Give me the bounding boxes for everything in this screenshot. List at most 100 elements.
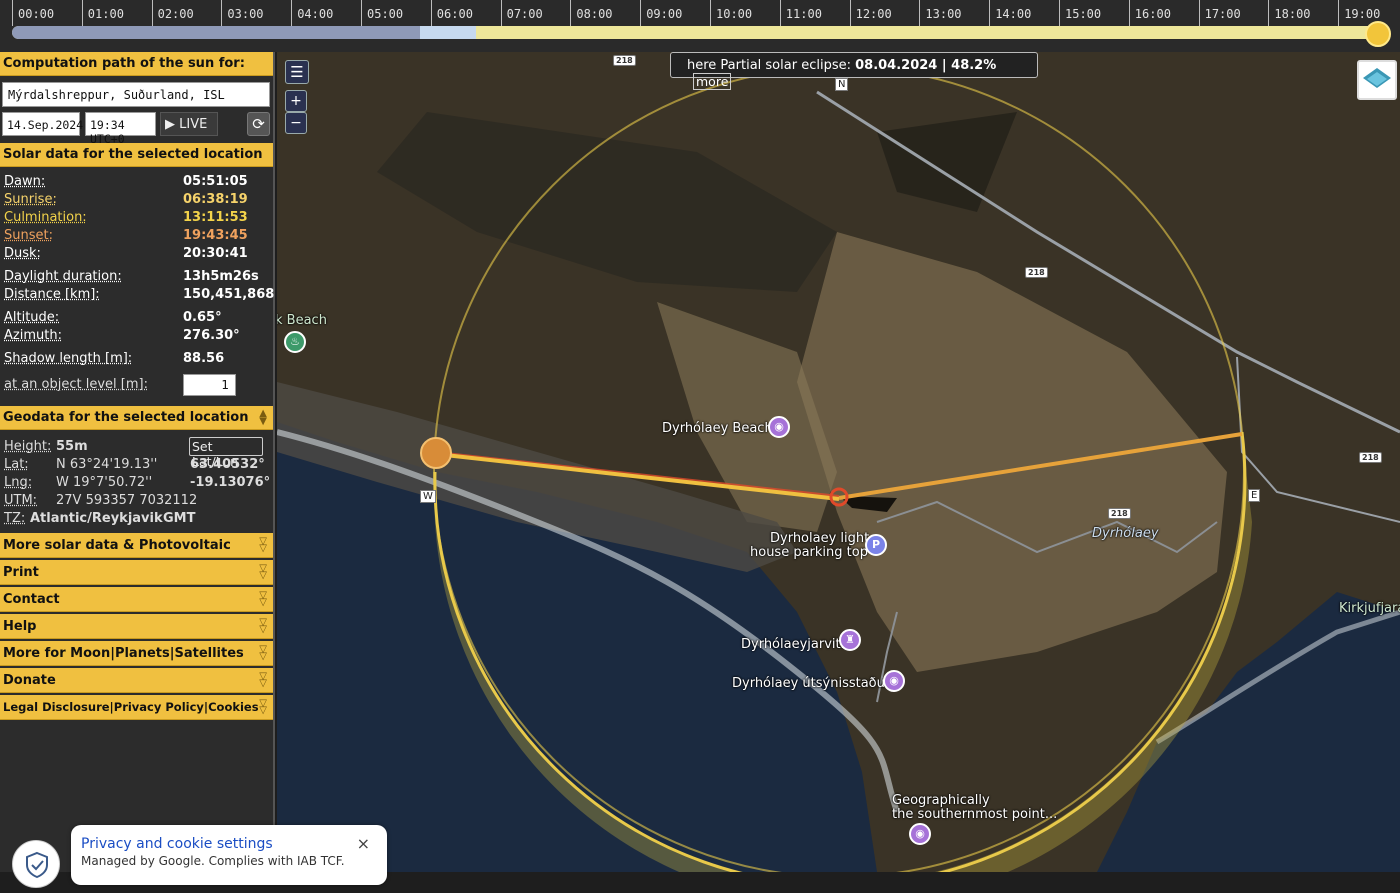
southpoint-pin-icon[interactable]: ◉ [909, 823, 931, 845]
solar-label[interactable]: Shadow length [m]: [4, 351, 132, 366]
accordion-section[interactable]: Help ▽ ▽ [0, 614, 273, 639]
solar-label[interactable]: Altitude: [4, 310, 59, 325]
object-level-label: at an object level [m]: [4, 377, 148, 392]
place-kirkjufjara[interactable]: Kirkjufjara [1339, 602, 1400, 616]
solar-label[interactable]: Sunset: [4, 228, 53, 243]
solar-label[interactable]: Distance [km]: [4, 287, 100, 302]
accordion-label: Print [3, 565, 39, 580]
hour-label: 19:00 [1338, 0, 1400, 26]
hour-label: 09:00 [640, 0, 710, 26]
place-dyrholaey[interactable]: Dyrhólaey [1092, 527, 1159, 541]
place-jarviti[interactable]: Dyrhólaeyjarviti [741, 638, 844, 652]
date-input[interactable]: 14.Sep.2024 [2, 112, 83, 136]
hour-label: 04:00 [291, 0, 361, 26]
time-slider-handle[interactable] [1365, 21, 1391, 47]
place-lighthouse-line1[interactable]: Dyrholaey light [770, 532, 869, 546]
night-segment [12, 26, 420, 39]
expand-icon: ▽ ▽ [259, 644, 267, 662]
sidebar: Computation path of the sun for: Mýrdals… [0, 52, 275, 872]
viewpoint-pin-icon[interactable]: ◉ [883, 670, 905, 692]
hour-label: 01:00 [81, 0, 152, 26]
satellite-map[interactable]: ☰ + − here Partial solar eclipse: 08.04.… [277, 52, 1400, 872]
hour-label: 13:00 [919, 0, 989, 26]
solar-value: 05:51:05 [183, 174, 248, 189]
camera-pin-icon[interactable]: ◉ [768, 416, 790, 438]
map-menu-button[interactable]: ☰ [285, 60, 309, 84]
lighthouse-pin-icon[interactable]: ♜ [839, 629, 861, 651]
accordion-section[interactable]: Contact ▽ ▽ [0, 587, 273, 612]
live-button[interactable]: ▶ LIVE [160, 112, 218, 136]
zoom-in-button[interactable]: + [285, 90, 307, 112]
hour-label: 11:00 [779, 0, 850, 26]
minus-icon: − [290, 115, 302, 131]
utm-value: 27V 593357 7032112 [56, 493, 198, 508]
place-lighthouse-line2[interactable]: house parking top [750, 546, 868, 560]
hour-label: 05:00 [361, 0, 431, 26]
set-latlon-button[interactable]: Set Lat/Lon [189, 437, 263, 469]
accordion-section[interactable]: Donate ▽ ▽ [0, 668, 273, 693]
expand-icon: ▽ ▽ [259, 590, 267, 608]
day-segment [476, 26, 1388, 39]
solar-label[interactable]: Dusk: [4, 246, 41, 261]
menu-icon: ☰ [290, 63, 304, 81]
cookie-title[interactable]: Privacy and cookie settings [81, 836, 377, 852]
place-dyrholaey-beach[interactable]: Dyrhólaey Beach [662, 422, 773, 436]
tz-short: GMT [163, 511, 196, 526]
accordion-section[interactable]: Legal Disclosure|Privacy Policy|Cookies ▽… [0, 695, 273, 720]
expand-icon: ▽ ▽ [259, 536, 267, 554]
object-level-input[interactable]: 1 [183, 374, 236, 396]
time-input[interactable]: 19:34 UTC+0 [85, 112, 156, 146]
time-slider-bar[interactable]: 00:00 01:00 02:00 03:00 04:00 05:00 06:00 07:00… [0, 0, 1400, 52]
solar-label[interactable]: Culmination: [4, 210, 87, 225]
solar-label[interactable]: Daylight duration: [4, 269, 122, 284]
parking-pin-icon[interactable]: P [865, 534, 887, 556]
twilight-segment [420, 26, 476, 39]
road-badge: 218 [1108, 508, 1131, 519]
hour-label: 15:00 [1059, 0, 1129, 26]
expand-icon: ▽ ▽ [259, 671, 267, 689]
road-badge: 218 [613, 55, 636, 66]
place-beach-left[interactable]: k Beach [277, 314, 327, 328]
utm-label: UTM: [4, 493, 38, 508]
lat-dms: N 63°24'19.13'' [56, 457, 158, 472]
place-utsynis[interactable]: Dyrhólaey útsýnisstaður [732, 677, 890, 691]
hour-label: 08:00 [570, 0, 640, 26]
accordion-label: Legal Disclosure|Privacy Policy|Cookies [3, 700, 259, 714]
solar-data-header: Solar data for the selected location [0, 143, 273, 167]
eclipse-more-link[interactable]: more [693, 73, 732, 90]
hour-label: 12:00 [849, 0, 920, 26]
solar-data-title: Solar data for the selected location [3, 147, 263, 162]
solar-label[interactable]: Azimuth: [4, 328, 62, 343]
refresh-button[interactable]: ⟳ [247, 112, 270, 136]
privacy-cookie-banner: Privacy and cookie settings Managed by G… [71, 825, 387, 885]
hour-scale: 00:00 01:00 02:00 03:00 04:00 05:00 06:00 07:00… [12, 0, 1400, 26]
lat-decimal: 63.40532° [190, 457, 265, 472]
tz-label: TZ: [4, 511, 26, 526]
hour-label: 18:00 [1268, 0, 1338, 26]
zoom-out-button[interactable]: − [285, 112, 307, 134]
map-layers-button[interactable] [1357, 60, 1397, 100]
height-label: Height: [4, 439, 52, 454]
privacy-shield-button[interactable] [12, 840, 60, 888]
sun-position-marker [420, 437, 452, 469]
accordion-section[interactable]: More for Moon|Planets|Satellites ▽ ▽ [0, 641, 273, 666]
solar-label[interactable]: Sunrise: [4, 192, 57, 207]
place-south-line1[interactable]: Geographically [892, 794, 990, 808]
place-south-line2[interactable]: the southernmost point... [892, 808, 1057, 822]
compass-east: E [1248, 489, 1261, 502]
geodata-header[interactable]: Geodata for the selected location ▲ ▼ [0, 406, 273, 430]
location-input[interactable]: Mýrdalshreppur, Suðurland, ISL [2, 82, 270, 107]
geodata-title: Geodata for the selected location [3, 410, 249, 425]
solar-value: 20:30:41 [183, 246, 248, 261]
compass-west: W [420, 490, 436, 503]
solar-value: 276.30° [183, 328, 240, 343]
lng-decimal: -19.13076° [190, 475, 271, 490]
close-icon[interactable]: × [357, 834, 370, 853]
computation-title: Computation path of the sun for: [3, 56, 245, 71]
solar-label[interactable]: Dawn: [4, 174, 45, 189]
restaurant-pin-icon[interactable]: ♨ [284, 331, 306, 353]
accordion-section[interactable]: More solar data & Photovoltaic ▽ ▽ [0, 533, 273, 558]
accordion-section[interactable]: Print ▽ ▽ [0, 560, 273, 585]
accordion-label: Donate [3, 673, 56, 688]
time-track[interactable] [12, 26, 1388, 39]
